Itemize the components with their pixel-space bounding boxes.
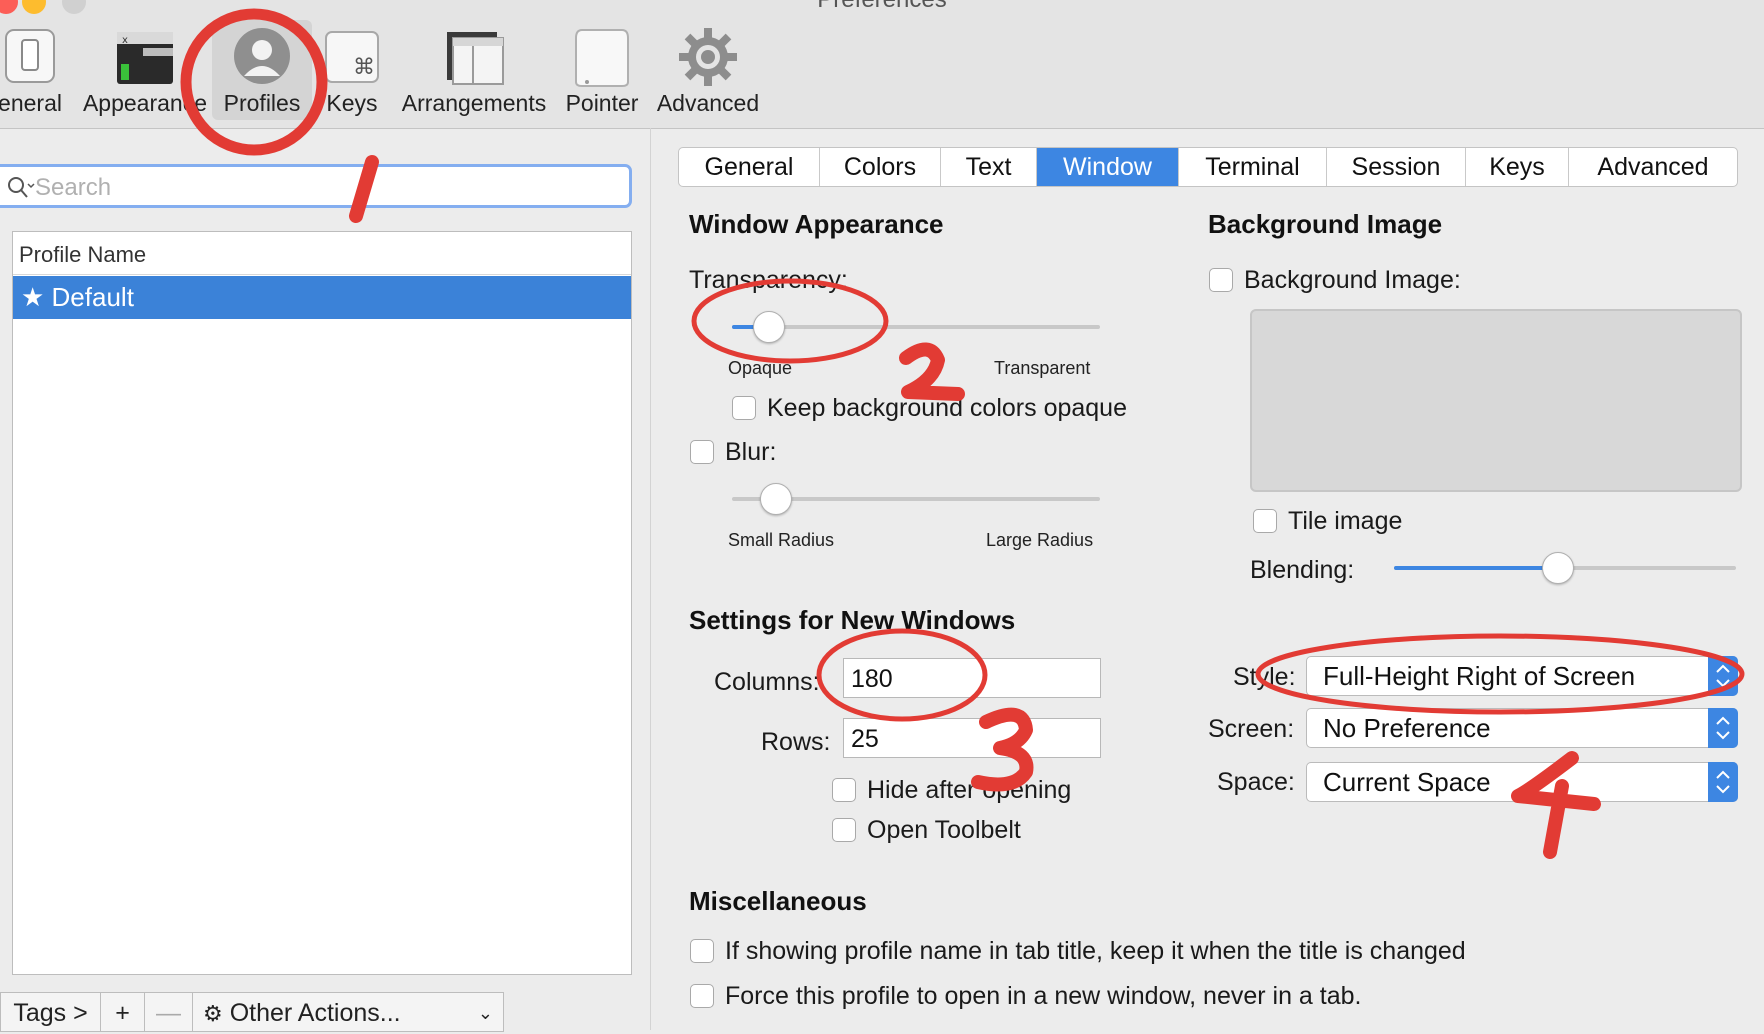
tile-image-label: Tile image	[1288, 507, 1403, 535]
rows-field[interactable]: 25	[843, 718, 1101, 758]
preferences-toolbar: Preferences eneral x Appearance Profiles	[0, 0, 1764, 129]
profile-tabs: General Colors Text Window Terminal Sess…	[678, 147, 1738, 187]
toolbar-advanced[interactable]: Advanced	[654, 20, 762, 120]
screen-popup[interactable]: No Preference	[1306, 708, 1738, 748]
blur-label: Blur:	[725, 438, 777, 466]
small-radius-label: Small Radius	[728, 530, 835, 550]
transparent-label: Transparent	[994, 358, 1091, 378]
transparency-slider-thumb[interactable]	[752, 311, 785, 343]
toolbar-label: eneral	[0, 90, 62, 116]
keep-profile-name-label: If showing profile name in tab title, ke…	[725, 937, 1466, 965]
background-image-heading: Background Image	[1208, 209, 1443, 239]
search-icon	[8, 177, 35, 198]
toolbar-appearance[interactable]: x Appearance	[80, 20, 210, 120]
background-image-well[interactable]	[1250, 309, 1742, 492]
keep-profile-name-checkbox[interactable]	[690, 939, 714, 963]
toolbar-keys[interactable]: ⌘ Keys	[316, 20, 388, 120]
user-silhouette-icon	[234, 28, 290, 84]
large-radius-label: Large Radius	[986, 530, 1094, 550]
hide-after-opening-label: Hide after opening	[867, 776, 1072, 804]
space-popup[interactable]: Current Space	[1306, 762, 1738, 802]
transparency-label: Transparency:	[689, 266, 848, 294]
tags-button[interactable]: Tags >	[1, 993, 101, 1031]
open-toolbelt-checkbox[interactable]	[832, 818, 856, 842]
miscellaneous-heading: Miscellaneous	[689, 886, 867, 916]
blending-slider-thumb[interactable]	[1542, 552, 1575, 584]
screen-value: No Preference	[1323, 713, 1491, 743]
profile-name-column-header[interactable]: Profile Name	[19, 242, 146, 268]
window-title: Preferences	[0, 0, 1764, 14]
other-actions-menu[interactable]: ⚙ Other Actions... ⌄	[193, 993, 503, 1031]
up-down-arrows-icon	[1708, 708, 1738, 748]
toolbar-label: Arrangements	[401, 90, 547, 116]
svg-text:x: x	[122, 35, 128, 46]
toolbar-arrangements[interactable]: Arrangements	[398, 20, 550, 120]
screen-label: Screen:	[1208, 715, 1295, 743]
terminal-window-icon: x	[117, 32, 173, 84]
tab-window[interactable]: Window	[1037, 148, 1179, 186]
force-new-window-label: Force this profile to open in a new wind…	[725, 982, 1362, 1010]
add-profile-button[interactable]: +	[101, 993, 145, 1031]
tab-session[interactable]: Session	[1327, 148, 1466, 186]
split-divider[interactable]	[650, 128, 651, 1030]
style-value: Full-Height Right of Screen	[1323, 661, 1636, 691]
space-value: Current Space	[1323, 767, 1491, 797]
blending-slider-fill	[1394, 566, 1559, 570]
columns-field[interactable]: 180	[843, 658, 1101, 698]
profile-list-bottom-bar: Tags > + — ⚙ Other Actions... ⌄	[0, 992, 504, 1032]
new-windows-heading: Settings for New Windows	[689, 605, 1016, 635]
toolbar-label: Pointer	[565, 90, 639, 116]
search-input[interactable]	[33, 171, 617, 205]
window-arrangement-icon	[447, 32, 504, 85]
tile-image-checkbox[interactable]	[1253, 509, 1277, 533]
toolbar-label: Keys	[326, 90, 378, 116]
toolbar-label: Profiles	[223, 90, 301, 116]
remove-profile-button[interactable]: —	[145, 993, 193, 1031]
tab-colors[interactable]: Colors	[820, 148, 941, 186]
window-appearance-heading: Window Appearance	[689, 209, 944, 239]
columns-label: Columns:	[714, 668, 820, 696]
toolbar-label: Advanced	[656, 90, 760, 116]
gear-icon	[679, 28, 737, 86]
keep-bg-opaque-checkbox[interactable]	[732, 396, 756, 420]
profile-search-field[interactable]	[0, 164, 632, 208]
command-key-icon: ⌘	[325, 31, 379, 83]
blur-radius-slider-thumb[interactable]	[760, 483, 793, 515]
keep-bg-opaque-label: Keep background colors opaque	[767, 394, 1127, 422]
toolbar-label: Appearance	[82, 90, 208, 116]
general-switch-icon	[5, 29, 55, 83]
tab-keys[interactable]: Keys	[1466, 148, 1569, 186]
divider	[13, 274, 631, 275]
toolbar-pointer[interactable]: Pointer	[560, 20, 644, 120]
toolbar-profiles[interactable]: Profiles	[212, 20, 312, 120]
blending-label: Blending:	[1250, 556, 1355, 584]
annotation-number-2	[899, 342, 965, 401]
gear-icon: ⚙	[203, 1001, 223, 1026]
style-label: Style:	[1233, 663, 1296, 691]
blur-checkbox[interactable]	[690, 440, 714, 464]
transparency-slider[interactable]	[732, 325, 1100, 329]
profile-list[interactable]: Profile Name ★ Default	[12, 231, 632, 975]
up-down-arrows-icon	[1708, 762, 1738, 802]
opaque-label: Opaque	[728, 358, 793, 378]
tab-terminal[interactable]: Terminal	[1179, 148, 1327, 186]
svg-text:⌘: ⌘	[353, 55, 375, 80]
tab-advanced[interactable]: Advanced	[1569, 148, 1737, 186]
space-label: Space:	[1217, 768, 1295, 796]
background-image-label: Background Image:	[1244, 266, 1461, 294]
hide-after-opening-checkbox[interactable]	[832, 778, 856, 802]
force-new-window-checkbox[interactable]	[690, 984, 714, 1008]
profile-row-default[interactable]: ★ Default	[13, 276, 631, 319]
toolbar-general[interactable]: eneral	[0, 20, 70, 120]
open-toolbelt-label: Open Toolbelt	[867, 816, 1021, 844]
tab-text[interactable]: Text	[941, 148, 1037, 186]
other-actions-label: Other Actions...	[229, 999, 401, 1027]
tab-general[interactable]: General	[679, 148, 820, 186]
mouse-icon	[575, 29, 629, 87]
chevron-down-icon: ⌄	[477, 1003, 493, 1023]
style-popup[interactable]: Full-Height Right of Screen	[1306, 656, 1738, 696]
background-image-checkbox[interactable]	[1209, 268, 1233, 292]
up-down-arrows-icon	[1708, 656, 1738, 696]
rows-label: Rows:	[761, 728, 831, 756]
